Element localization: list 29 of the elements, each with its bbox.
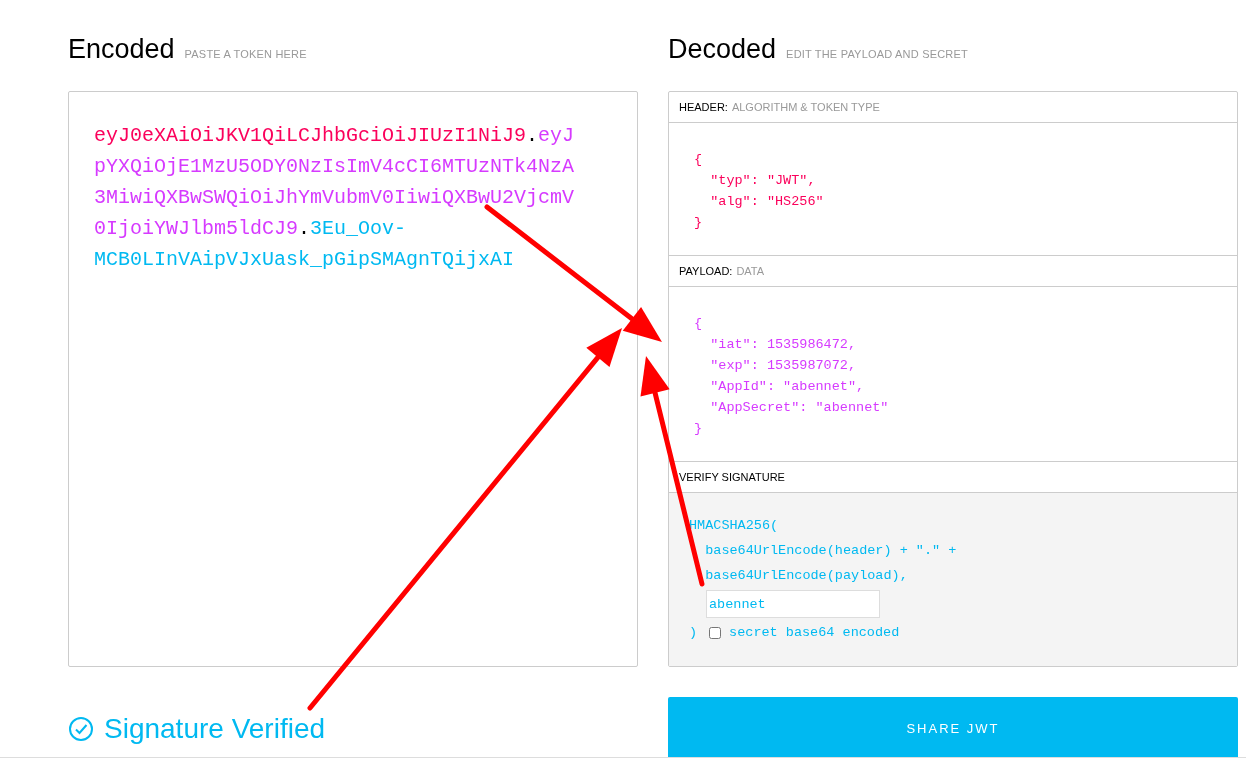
code-line: }	[694, 214, 704, 232]
code-line: {	[694, 151, 704, 169]
code-line: "typ": "JWT",	[709, 172, 817, 190]
token-input[interactable]: eyJ0eXAiOiJKV1QiLCJhbGciOiJIUzI1NiJ9.eyJpYXQiOjE1MzU5ODY0NzIsImV4cCI6MTUzNTk4NzA3MiwiQXBwSWQiOiJhYmVubmV0IiwiQXBwU2VjcmV0IjoiYWJlbm5ldCJ9.3Eu_Oov-MCB0LInVAipVJxUask_pGipSMAgnTQijxAI	[68, 91, 638, 667]
section-label: VERIFY SIGNATURE	[679, 471, 785, 483]
panel-hint: PASTE A TOKEN HERE	[184, 48, 307, 60]
section-sublabel: ALGORITHM & TOKEN TYPE	[731, 101, 880, 113]
section-label: PAYLOAD:	[679, 265, 733, 277]
code-line: "AppId": "abennet",	[709, 378, 866, 396]
code-line: "alg": "HS256"	[709, 193, 825, 211]
code-line: base64UrlEncode(payload),	[704, 567, 909, 585]
code-line: HMACSHA256(	[689, 517, 780, 535]
panel-title: Decoded	[668, 34, 777, 65]
code-line: }	[694, 420, 704, 438]
code-line: "exp": 1535987072,	[709, 357, 858, 375]
code-line: )	[689, 624, 698, 642]
signature-status: Signature Verified	[104, 713, 326, 745]
panel-title: Encoded	[68, 34, 175, 65]
code-line: {	[694, 315, 704, 333]
secret-field[interactable]: abennet	[706, 590, 880, 618]
section-sublabel: DATA	[736, 265, 765, 277]
checkbox-label: secret base64 encoded	[729, 624, 900, 642]
code-line: base64UrlEncode(header) + "." +	[704, 542, 958, 560]
share-button[interactable]: SHARE JWT	[668, 697, 1238, 757]
code-line: "AppSecret": "abennet"	[709, 399, 890, 417]
panel-hint: EDIT THE PAYLOAD AND SECRET	[786, 48, 968, 60]
section-label: HEADER:	[679, 101, 728, 113]
code-line: "iat": 1535986472,	[709, 336, 858, 354]
encoded-token: eyJ0eXAiOiJKV1QiLCJhbGciOiJIUzI1NiJ9.eyJpYXQiOjE1MzU5ODY0NzIsImV4cCI6MTUzNTk4NzA3MiwiQXBwSWQiOiJhYmVubmV0IiwiQXBwU2VjcmV0IjoiYWJlbm5ldCJ9.3Eu_Oov-MCB0LInVAipVJxUask_pGipSMAgnTQijxAI	[94, 123, 576, 273]
